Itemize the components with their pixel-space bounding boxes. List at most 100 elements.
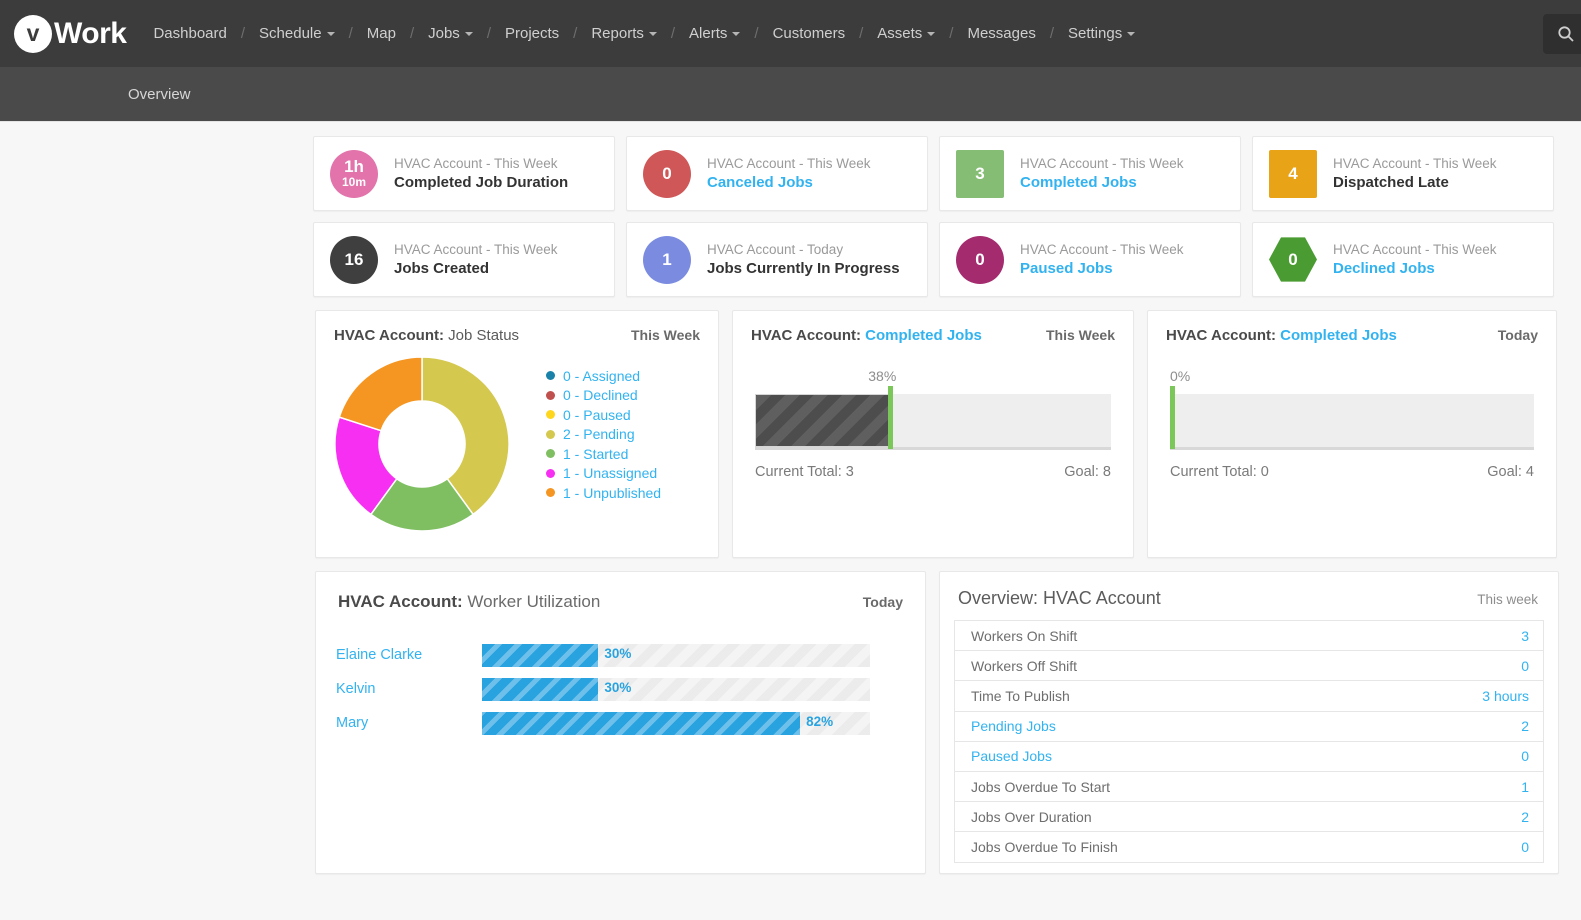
kpi-tile-title[interactable]: Canceled Jobs xyxy=(707,174,871,191)
worker-card-period: Today xyxy=(862,594,903,610)
completed-week-metric-link[interactable]: Completed Jobs xyxy=(865,327,982,344)
worker-bar-percent: 30% xyxy=(604,645,632,661)
kpi-tile-title: Completed Job Duration xyxy=(394,174,569,191)
legend-item[interactable]: 0 - Declined xyxy=(546,386,661,406)
completed-today-account: HVAC Account: xyxy=(1166,327,1276,344)
legend-item[interactable]: 1 - Unassigned xyxy=(546,464,661,484)
kpi-tile-subtitle: HVAC Account - This Week xyxy=(1020,242,1184,257)
legend-item[interactable]: 0 - Assigned xyxy=(546,366,661,386)
kpi-tile[interactable]: 0 HVAC Account - This Week Declined Jobs xyxy=(1252,222,1554,297)
legend-color-dot xyxy=(546,468,555,478)
worker-card-header: HVAC Account: Worker Utilization Today xyxy=(316,572,925,612)
legend-item[interactable]: 2 - Pending xyxy=(546,425,661,445)
legend-item[interactable]: 0 - Paused xyxy=(546,405,661,425)
kpi-tile-title: Jobs Created xyxy=(394,260,490,277)
app-logo[interactable]: v Work xyxy=(14,14,127,53)
nav-item-schedule[interactable]: Schedule xyxy=(248,25,346,42)
kpi-badge-value-primary: 1h xyxy=(344,157,364,177)
overview-row-label[interactable]: Paused Jobs xyxy=(971,748,1052,764)
nav-item-projects[interactable]: Projects xyxy=(494,25,570,42)
nav-separator: / xyxy=(859,25,864,42)
nav-item-settings[interactable]: Settings xyxy=(1057,25,1146,42)
overview-row-label[interactable]: Pending Jobs xyxy=(971,718,1056,734)
kpi-badge-value: 0 xyxy=(975,249,985,269)
nav-item-jobs[interactable]: Jobs xyxy=(417,25,484,42)
kpi-badge: 1h 10m xyxy=(330,149,378,198)
search-icon xyxy=(1558,26,1574,42)
kpi-tile-grid: 1h 10m HVAC Account - This Week Completed J… xyxy=(0,122,1581,297)
table-row: Jobs Overdue To Finish 0 xyxy=(955,832,1543,863)
nav-separator: / xyxy=(409,25,415,42)
kpi-tile[interactable]: 4 HVAC Account - This Week Dispatched Late xyxy=(1252,136,1554,211)
completed-today-header: HVAC Account: Completed Jobs Today xyxy=(1148,311,1556,344)
completed-week-goal-marker xyxy=(888,386,894,449)
kpi-tile-text: HVAC Account - This Week Declined Jobs xyxy=(1333,242,1497,277)
completed-week-current-total: Current Total: 3 xyxy=(755,464,854,480)
nav-separator: / xyxy=(754,25,759,42)
kpi-tile[interactable]: 1h 10m HVAC Account - This Week Completed J… xyxy=(313,136,615,211)
kpi-badge-value: 1 xyxy=(662,249,672,269)
worker-bar-track: 82% xyxy=(482,711,870,735)
kpi-tile-text: HVAC Account - This Week Jobs Created xyxy=(394,242,558,277)
worker-name-link[interactable]: Elaine Clarke xyxy=(336,647,482,663)
worker-bar-fill xyxy=(482,711,801,735)
kpi-tile[interactable]: 3 HVAC Account - This Week Completed Jobs xyxy=(939,136,1241,211)
legend-item[interactable]: 1 - Unpublished xyxy=(546,483,661,503)
kpi-tile-title: Dispatched Late xyxy=(1333,174,1449,191)
completed-week-goal: Goal: 8 xyxy=(1064,464,1111,480)
worker-name-link[interactable]: Mary xyxy=(336,715,482,731)
nav-separator: / xyxy=(670,25,676,42)
kpi-tile-title[interactable]: Paused Jobs xyxy=(1020,260,1184,277)
secondary-navbar: Overview xyxy=(0,67,1581,122)
job-status-card-header: HVAC Account: Job Status This Week xyxy=(316,311,718,344)
nav-item-assets[interactable]: Assets xyxy=(866,25,946,42)
vwork-logo-icon: v xyxy=(14,14,52,53)
kpi-tile-title[interactable]: Declined Jobs xyxy=(1333,260,1497,277)
legend-color-dot xyxy=(546,390,555,400)
subnav-item-overview[interactable]: Overview xyxy=(128,86,191,103)
kpi-tile-text: HVAC Account - This Week Paused Jobs xyxy=(1020,242,1184,277)
nav-item-alerts[interactable]: Alerts xyxy=(678,25,751,42)
logo-wordmark: Work xyxy=(54,16,127,50)
completed-week-period: This Week xyxy=(1046,327,1115,343)
overview-row-value: 3 hours xyxy=(1482,687,1529,704)
chevron-down-icon xyxy=(732,32,741,37)
legend-color-dot xyxy=(546,371,555,381)
completed-week-percent-label: 38% xyxy=(868,368,897,384)
search-button[interactable] xyxy=(1543,14,1581,54)
completed-today-footer: Current Total: 0 Goal: 4 xyxy=(1148,450,1556,480)
job-status-period: This Week xyxy=(631,327,700,343)
job-status-chart-area: 0 - Assigned 0 - Declined 0 - Paused 2 - Pe… xyxy=(316,344,718,532)
table-row: Workers On Shift 3 xyxy=(955,621,1543,652)
kpi-tile[interactable]: 16 HVAC Account - This Week Jobs Created xyxy=(313,222,615,297)
nav-item-map[interactable]: Map xyxy=(356,25,407,42)
nav-item-customers[interactable]: Customers xyxy=(762,25,857,42)
legend-label: 0 - Declined xyxy=(563,387,638,404)
donut-slice[interactable] xyxy=(338,356,423,432)
job-status-account: HVAC Account: xyxy=(334,327,444,344)
nav-item-messages[interactable]: Messages xyxy=(956,25,1046,42)
nav-item-dashboard[interactable]: Dashboard xyxy=(142,25,237,42)
overview-row-value: 1 xyxy=(1521,778,1529,795)
donut-legend: 0 - Assigned 0 - Declined 0 - Paused 2 - Pe… xyxy=(510,356,661,532)
chevron-down-icon xyxy=(326,32,335,37)
legend-item[interactable]: 1 - Started xyxy=(546,444,661,464)
kpi-tile[interactable]: 1 HVAC Account - Today Jobs Currently In P… xyxy=(626,222,928,297)
nav-separator: / xyxy=(348,25,353,42)
overview-summary-card: Overview: HVAC Account This week Workers… xyxy=(939,571,1559,874)
nav-item-reports[interactable]: Reports xyxy=(580,25,668,42)
nav-separator: / xyxy=(1049,25,1054,42)
worker-bar-track: 30% xyxy=(482,643,870,667)
kpi-tile[interactable]: 0 HVAC Account - This Week Paused Jobs xyxy=(939,222,1241,297)
job-status-metric: Job Status xyxy=(448,327,520,344)
completed-today-metric-link[interactable]: Completed Jobs xyxy=(1280,327,1397,344)
completed-week-footer: Current Total: 3 Goal: 8 xyxy=(733,450,1133,480)
kpi-tile-title[interactable]: Completed Jobs xyxy=(1020,174,1184,191)
worker-bar-fill xyxy=(482,677,599,701)
kpi-tile[interactable]: 0 HVAC Account - This Week Canceled Jobs xyxy=(626,136,928,211)
table-row: Jobs Over Duration 2 xyxy=(955,802,1543,833)
overview-row-label: Jobs Overdue To Start xyxy=(971,778,1111,795)
worker-name-link[interactable]: Kelvin xyxy=(336,681,482,697)
completed-jobs-today-card: HVAC Account: Completed Jobs Today 0% Cu… xyxy=(1147,310,1557,558)
mid-card-row: HVAC Account: Job Status This Week 0 - A… xyxy=(0,297,1581,558)
